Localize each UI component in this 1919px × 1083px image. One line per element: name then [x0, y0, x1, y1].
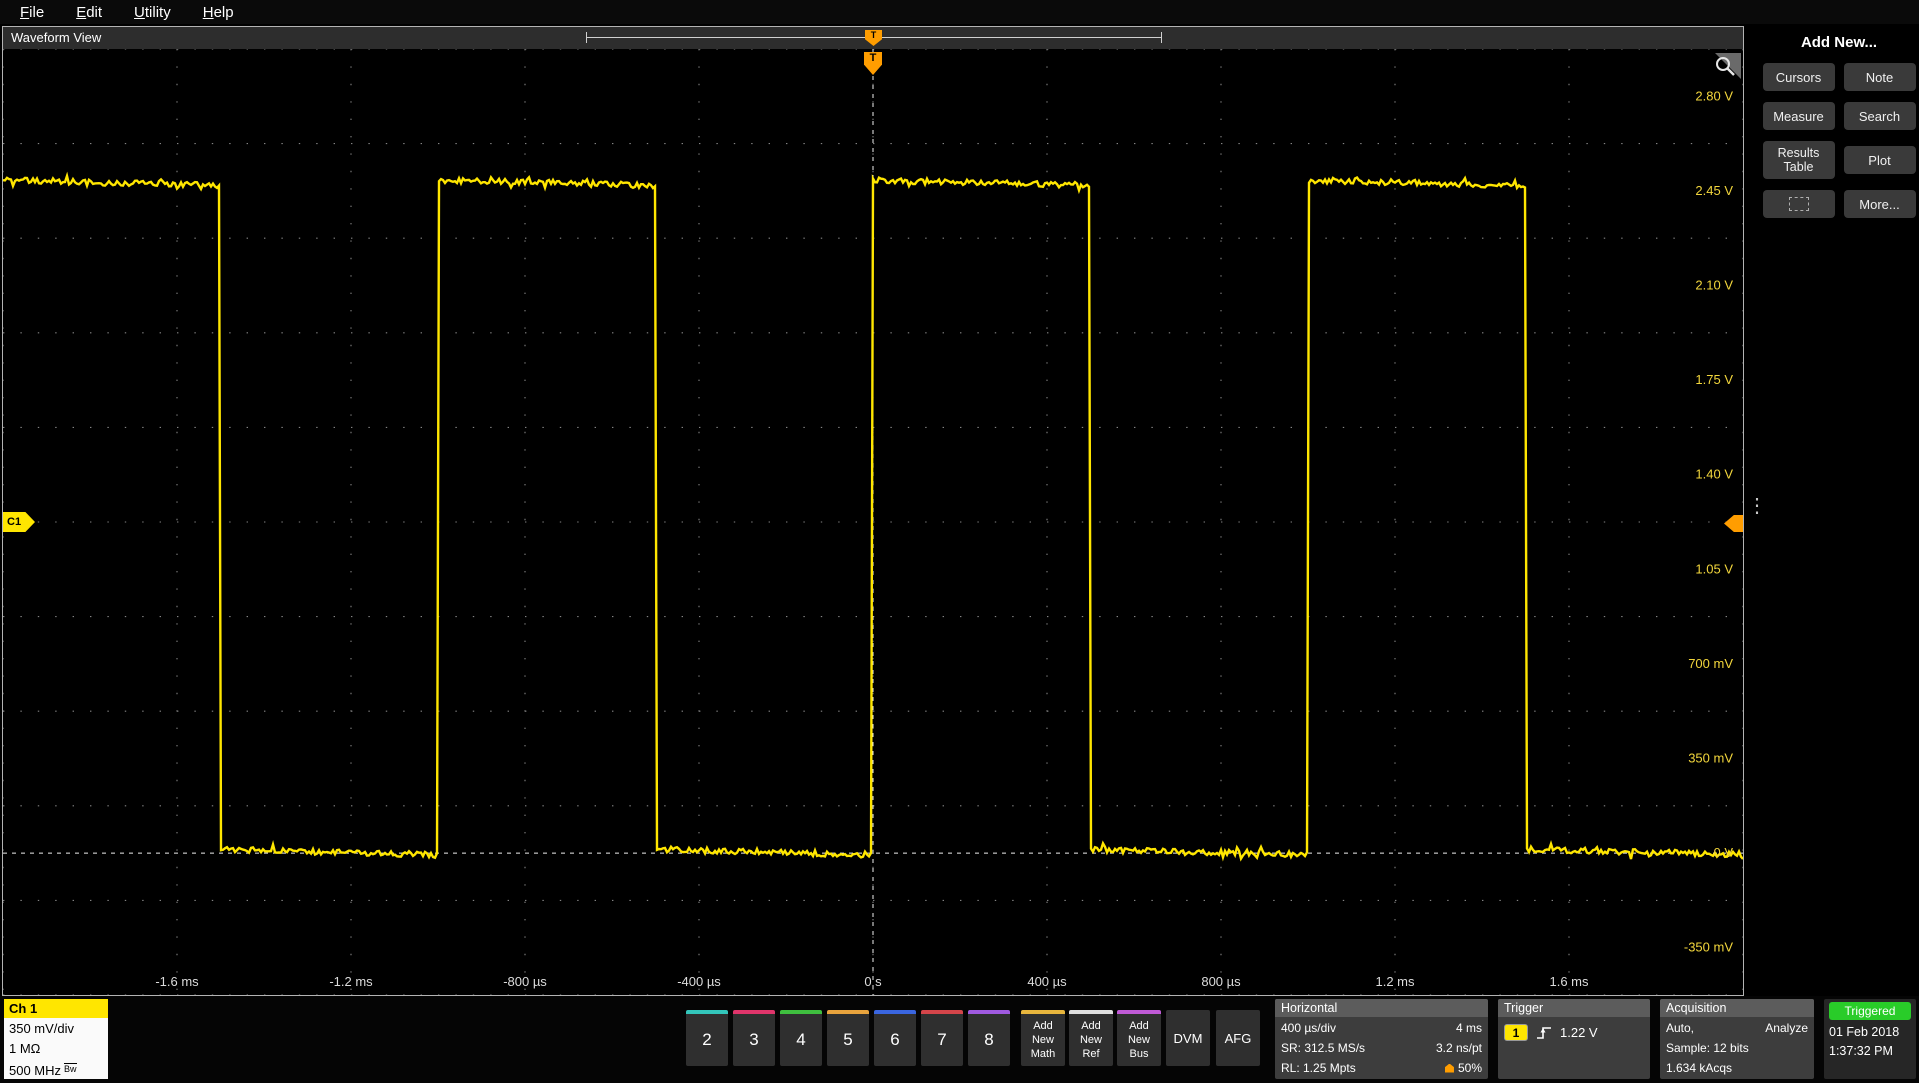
panel-divider-handle[interactable]: ⋮ [1747, 496, 1767, 516]
svg-text:1.40 V: 1.40 V [1695, 467, 1733, 482]
svg-text:350 mV: 350 mV [1688, 751, 1733, 766]
acquisition-body: Auto, Analyze Sample: 12 bits 1.634 kAcq… [1660, 1017, 1814, 1079]
acquisition-mode: Auto, [1666, 1018, 1694, 1038]
channel2-button[interactable]: 2 [686, 1010, 728, 1066]
trigger-title: Trigger [1498, 999, 1650, 1017]
channel-buttons: 2 3 4 5 6 7 8 [686, 1010, 1010, 1066]
menu-file[interactable]: File [20, 4, 44, 21]
channel1-bandwidth: 500 MHzBw [9, 1059, 108, 1081]
waveform-view-window: Waveform View T 2.80 V 2.45 V 2.10 V 1.75 V… [2, 26, 1744, 996]
menu-utility[interactable]: Utility [134, 4, 171, 21]
trigger-status-badge: Triggered [1829, 1002, 1911, 1020]
trigger-panel[interactable]: Trigger 1 1.22 V [1498, 999, 1650, 1079]
horizontal-record-length: RL: 1.25 Mpts [1281, 1058, 1356, 1078]
channel4-button[interactable]: 4 [780, 1010, 822, 1066]
menu-edit[interactable]: Edit [76, 4, 102, 21]
add-new-bus-button[interactable]: Add New Bus [1117, 1010, 1161, 1066]
svg-text:-800 µs: -800 µs [503, 974, 547, 989]
svg-text:800 µs: 800 µs [1201, 974, 1241, 989]
channel1-scale: 350 mV/div [9, 1019, 108, 1039]
waveform-view-titlebar: Waveform View T [3, 27, 1743, 49]
channel5-button[interactable]: 5 [827, 1010, 869, 1066]
svg-text:1.75 V: 1.75 V [1695, 372, 1733, 387]
status-date: 01 Feb 2018 [1829, 1023, 1911, 1042]
bandwidth-limit-icon: Bw [64, 1063, 77, 1074]
svg-text:1.6 ms: 1.6 ms [1549, 974, 1589, 989]
channel1-bandwidth-value: 500 MHz [9, 1063, 61, 1078]
horizontal-window: 4 ms [1456, 1018, 1482, 1038]
svg-text:-350 mV: -350 mV [1684, 940, 1733, 955]
svg-text:-1.2 ms: -1.2 ms [329, 974, 373, 989]
trigger-body: 1 1.22 V [1498, 1017, 1650, 1042]
trigger-level-value: 1.22 V [1560, 1025, 1598, 1040]
afg-button[interactable]: AFG [1216, 1010, 1260, 1066]
plot-button[interactable]: Plot [1844, 146, 1916, 174]
waveform-view-title: Waveform View [3, 30, 101, 45]
svg-text:0 s: 0 s [864, 974, 882, 989]
svg-text:1.2 ms: 1.2 ms [1375, 974, 1415, 989]
svg-text:-400 µs: -400 µs [677, 974, 721, 989]
channel1-name: Ch 1 [4, 999, 108, 1018]
trigger-source-badge: 1 [1504, 1024, 1528, 1041]
mask-icon [1789, 197, 1809, 211]
mask-button[interactable] [1763, 190, 1835, 218]
measure-button[interactable]: Measure [1763, 102, 1835, 130]
bottom-bar: Ch 1 350 mV/div 1 MΩ 500 MHzBw 2 3 4 5 6… [0, 996, 1919, 1083]
acquisition-panel[interactable]: Acquisition Auto, Analyze Sample: 12 bit… [1660, 999, 1814, 1079]
svg-text:700 mV: 700 mV [1688, 656, 1733, 671]
more-button[interactable]: More... [1844, 190, 1916, 218]
menu-bar: File Edit Utility Help [0, 0, 1919, 24]
add-new-panel: Add New... Cursors Note Measure Search R… [1759, 24, 1919, 218]
acquisition-title: Acquisition [1660, 999, 1814, 1017]
add-new-ref-button[interactable]: Add New Ref [1069, 1010, 1113, 1066]
svg-text:-1.6 ms: -1.6 ms [155, 974, 199, 989]
svg-text:400 µs: 400 µs [1027, 974, 1067, 989]
add-new-math-button[interactable]: Add New Math [1021, 1010, 1065, 1066]
svg-text:2.10 V: 2.10 V [1695, 278, 1733, 293]
svg-text:2.45 V: 2.45 V [1695, 183, 1733, 198]
waveform-plot-area[interactable]: 2.80 V 2.45 V 2.10 V 1.75 V 1.40 V 1.05 V 700 … [3, 49, 1743, 995]
waveform-plot[interactable]: 2.80 V 2.45 V 2.10 V 1.75 V 1.40 V 1.05 V 700 … [3, 49, 1743, 995]
horizontal-panel[interactable]: Horizontal 400 µs/div 4 ms SR: 312.5 MS/… [1275, 999, 1488, 1079]
trigger-status-box: Triggered 01 Feb 2018 1:37:32 PM [1824, 999, 1916, 1079]
trigger-position-indicator[interactable]: T [865, 30, 882, 46]
results-table-button[interactable]: Results Table [1763, 141, 1835, 179]
horizontal-title: Horizontal [1275, 999, 1488, 1017]
acquisition-count: 1.634 kAcqs [1666, 1058, 1732, 1078]
channel6-button[interactable]: 6 [874, 1010, 916, 1066]
zoom-icon[interactable] [1711, 51, 1741, 81]
status-time: 1:37:32 PM [1829, 1042, 1911, 1061]
acquisition-analyze: Analyze [1765, 1018, 1808, 1038]
horizontal-position: 50% [1458, 1058, 1482, 1078]
add-new-button-grid: Cursors Note Measure Search Results Tabl… [1759, 63, 1919, 218]
channel3-button[interactable]: 3 [733, 1010, 775, 1066]
channel8-button[interactable]: 8 [968, 1010, 1010, 1066]
trigger-slope-icon [1535, 1025, 1553, 1041]
menu-help[interactable]: Help [203, 4, 234, 21]
channel1-settings: 350 mV/div 1 MΩ 500 MHzBw [4, 1018, 108, 1079]
add-new-title: Add New... [1759, 34, 1919, 51]
add-new-buttons: Add New Math Add New Ref Add New Bus [1021, 1010, 1161, 1066]
channel1-badge[interactable]: Ch 1 350 mV/div 1 MΩ 500 MHzBw [4, 999, 108, 1079]
dvm-button[interactable]: DVM [1166, 1010, 1210, 1066]
svg-text:2.80 V: 2.80 V [1695, 88, 1733, 103]
svg-text:0 V: 0 V [1713, 845, 1733, 860]
acquisition-sample: Sample: 12 bits [1666, 1038, 1749, 1058]
svg-text:1.05 V: 1.05 V [1695, 561, 1733, 576]
search-button[interactable]: Search [1844, 102, 1916, 130]
channel1-impedance: 1 MΩ [9, 1039, 108, 1059]
horizontal-sample-rate: SR: 312.5 MS/s [1281, 1038, 1365, 1058]
horizontal-resolution: 3.2 ns/pt [1436, 1038, 1482, 1058]
horizontal-scale: 400 µs/div [1281, 1018, 1336, 1038]
channel7-button[interactable]: 7 [921, 1010, 963, 1066]
cursors-button[interactable]: Cursors [1763, 63, 1835, 91]
horizontal-body: 400 µs/div 4 ms SR: 312.5 MS/s 3.2 ns/pt… [1275, 1017, 1488, 1079]
note-button[interactable]: Note [1844, 63, 1916, 91]
expansion-point-icon [1445, 1064, 1454, 1073]
